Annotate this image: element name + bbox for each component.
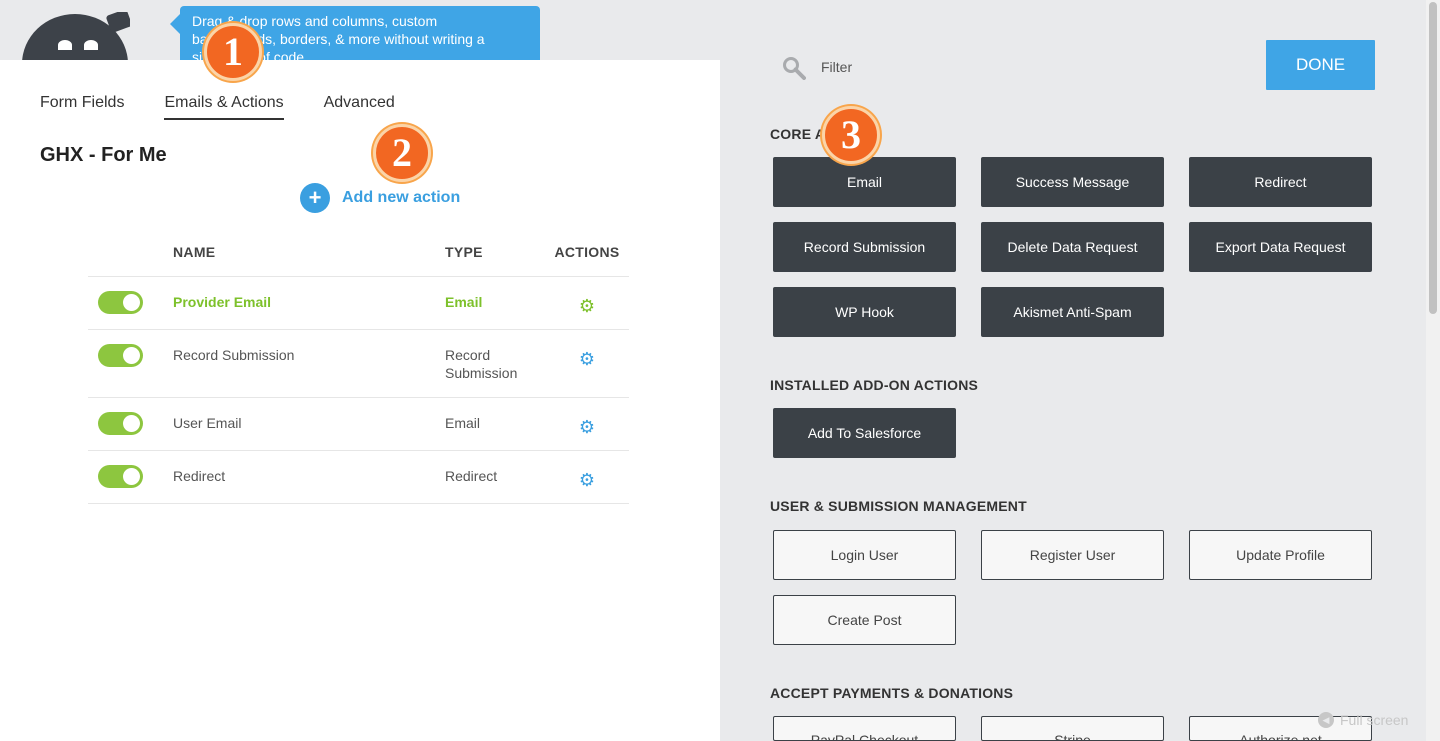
toggle-knob xyxy=(123,347,140,364)
action-button-stripe[interactable]: Stripe xyxy=(981,716,1164,741)
header-type: TYPE xyxy=(445,244,483,260)
action-button-login-user[interactable]: Login User xyxy=(773,530,956,580)
action-button-paypal-checkout[interactable]: PayPal Checkout xyxy=(773,716,956,741)
toggle-knob xyxy=(123,468,140,485)
scrollbar-thumb[interactable] xyxy=(1429,2,1437,314)
enable-toggle[interactable] xyxy=(98,412,143,435)
step-badge-2: 2 xyxy=(373,124,431,182)
add-new-action-label: Add new action xyxy=(342,189,461,206)
action-button-delete-data-request[interactable]: Delete Data Request xyxy=(981,222,1164,272)
action-button-add-to-salesforce[interactable]: Add To Salesforce xyxy=(773,408,956,458)
action-button-create-post[interactable]: Create Post xyxy=(773,595,956,645)
form-title: GHX - For Me xyxy=(40,144,167,166)
action-button-success-message[interactable]: Success Message xyxy=(981,157,1164,207)
action-name: Provider Email xyxy=(173,294,272,310)
tooltip-arrow xyxy=(170,14,180,34)
toggle-knob xyxy=(123,415,140,432)
plus-icon: + xyxy=(300,183,330,213)
gear-icon[interactable]: ⚙ xyxy=(579,296,595,317)
section-title-addon-actions: INSTALLED ADD-ON ACTIONS xyxy=(770,377,979,393)
enable-toggle[interactable] xyxy=(98,291,143,314)
action-type: Record Submission xyxy=(445,347,518,381)
step-badge-3: 3 xyxy=(822,106,880,164)
builder-tabs: Form Fields Emails & Actions Advanced xyxy=(40,94,395,120)
filter-input[interactable] xyxy=(812,54,1112,80)
gear-icon[interactable]: ⚙ xyxy=(579,417,595,438)
header-name: NAME xyxy=(173,244,216,260)
fullscreen-toggle[interactable]: ◀ Full screen xyxy=(1318,712,1408,728)
enable-toggle[interactable] xyxy=(98,344,143,367)
action-name: Record Submission xyxy=(173,347,295,363)
action-button-email[interactable]: Email xyxy=(773,157,956,207)
action-button-record-submission[interactable]: Record Submission xyxy=(773,222,956,272)
tab-emails-actions[interactable]: Emails & Actions xyxy=(164,94,284,120)
action-type: Email xyxy=(445,415,481,431)
action-button-update-profile[interactable]: Update Profile xyxy=(1189,530,1372,580)
table-header: NAME TYPE ACTIONS xyxy=(88,240,629,277)
toggle-knob xyxy=(123,294,140,311)
tab-advanced[interactable]: Advanced xyxy=(324,94,395,120)
tab-form-fields[interactable]: Form Fields xyxy=(40,94,124,120)
add-new-action-button[interactable]: + Add new action xyxy=(300,183,460,213)
scrollbar[interactable] xyxy=(1426,0,1440,741)
action-button-export-data-request[interactable]: Export Data Request xyxy=(1189,222,1372,272)
step-badge-1: 1 xyxy=(204,23,262,81)
actions-table: NAME TYPE ACTIONS Provider Email Email ⚙… xyxy=(88,240,629,504)
action-button-redirect[interactable]: Redirect xyxy=(1189,157,1372,207)
action-type: Redirect xyxy=(445,468,498,484)
done-button[interactable]: DONE xyxy=(1266,40,1375,90)
action-button-register-user[interactable]: Register User xyxy=(981,530,1164,580)
header-actions: ACTIONS xyxy=(554,244,620,260)
fullscreen-label: Full screen xyxy=(1340,712,1409,728)
header-toggle-column xyxy=(88,240,173,276)
action-name: User Email xyxy=(173,415,242,431)
enable-toggle[interactable] xyxy=(98,465,143,488)
table-row: User Email Email ⚙ xyxy=(88,398,629,451)
action-button-wp-hook[interactable]: WP Hook xyxy=(773,287,956,337)
gear-icon[interactable]: ⚙ xyxy=(579,349,595,370)
action-button-akismet[interactable]: Akismet Anti-Spam xyxy=(981,287,1164,337)
ninja-logo xyxy=(22,12,130,60)
search-icon xyxy=(783,57,806,80)
collapse-arrow-icon: ◀ xyxy=(1318,712,1334,728)
table-row: Redirect Redirect ⚙ xyxy=(88,451,629,504)
section-title-user-management: USER & SUBMISSION MANAGEMENT xyxy=(770,498,1027,514)
gear-icon[interactable]: ⚙ xyxy=(579,470,595,491)
section-title-payments: ACCEPT PAYMENTS & DONATIONS xyxy=(770,685,1014,701)
action-type: Email xyxy=(445,294,483,310)
action-name: Redirect xyxy=(173,468,226,484)
table-row: Provider Email Email ⚙ xyxy=(88,277,629,330)
table-row: Record Submission Record Submission ⚙ xyxy=(88,330,629,398)
